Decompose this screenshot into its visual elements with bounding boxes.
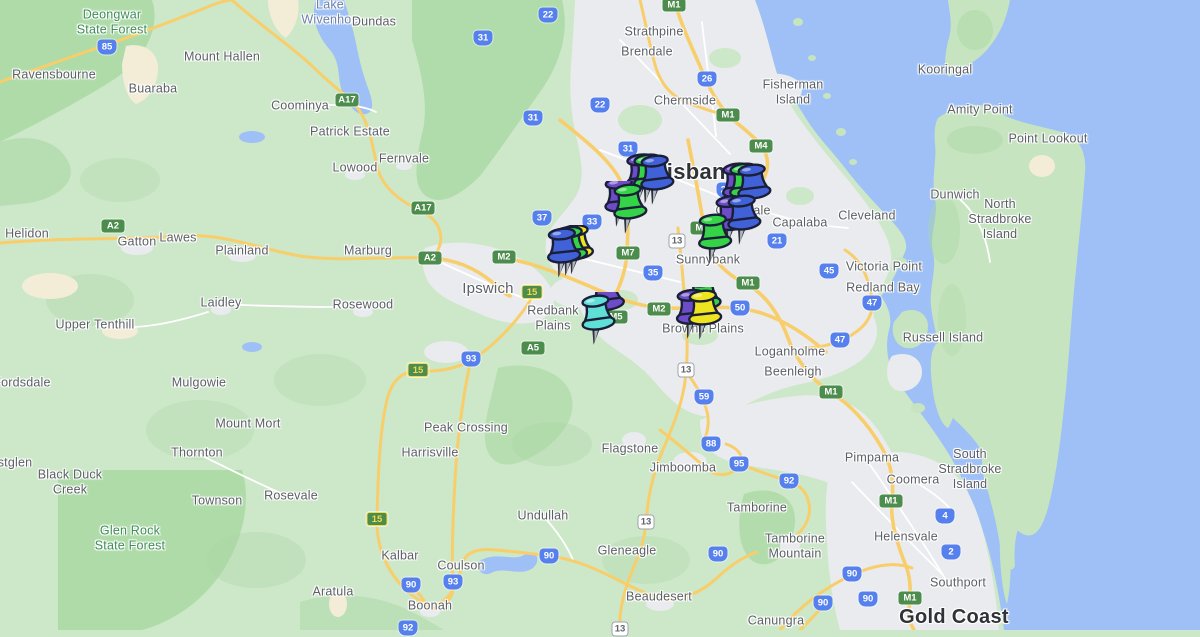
- route-shield-85: 85: [98, 40, 117, 55]
- route-shield-88: 88: [702, 437, 721, 452]
- route-shield-31: 31: [524, 111, 543, 126]
- route-shield-47: 47: [863, 296, 882, 311]
- route-shield-m2: M2: [648, 303, 671, 316]
- route-shield-35: 35: [644, 266, 663, 281]
- route-shield-90: 90: [540, 549, 559, 564]
- route-shield-15: 15: [367, 512, 388, 526]
- route-shield-4: 4: [936, 509, 955, 524]
- route-shield-m7: M7: [617, 247, 640, 260]
- route-shield-m1: M1: [717, 109, 740, 122]
- route-shield-45: 45: [820, 264, 839, 279]
- route-shield-93: 93: [444, 575, 463, 590]
- route-shield-m1: M1: [663, 0, 686, 12]
- route-shield-22: 22: [539, 8, 558, 23]
- route-shield-26: 26: [698, 72, 717, 87]
- route-shield-m2: M2: [493, 251, 516, 264]
- pin-sunnybank[interactable]: [682, 211, 746, 277]
- route-shield-m4: M4: [750, 140, 773, 153]
- route-shield-m1: M1: [880, 495, 903, 508]
- route-shield-90: 90: [843, 567, 862, 582]
- route-shield-90: 90: [814, 596, 833, 611]
- route-shield-90: 90: [859, 592, 878, 607]
- pin-browns-plains-pushpin-icon[interactable]: [672, 287, 736, 353]
- route-shield-a5: A5: [522, 342, 545, 355]
- pin-ipswich[interactable]: [531, 225, 595, 291]
- route-shield-31: 31: [474, 31, 493, 46]
- route-shield-a17: A17: [336, 94, 359, 107]
- route-shield-37: 37: [533, 211, 552, 226]
- route-shield-13: 13: [612, 622, 629, 637]
- pin-ipswich-pushpin-icon[interactable]: [531, 225, 595, 291]
- route-shield-93: 93: [462, 352, 481, 367]
- route-shield-a2: A2: [419, 252, 442, 265]
- pin-redbank-plains-pushpin-icon[interactable]: [565, 292, 629, 358]
- route-shield-22: 22: [591, 98, 610, 113]
- route-shield-92: 92: [399, 621, 418, 636]
- pin-brisbane-west[interactable]: [597, 181, 661, 247]
- pin-sunnybank-pushpin-icon[interactable]: [682, 211, 746, 277]
- route-shield-a2: A2: [102, 220, 125, 233]
- route-shield-90: 90: [402, 578, 421, 593]
- route-shield-m1: M1: [737, 277, 760, 290]
- pin-redbank-plains[interactable]: [565, 292, 629, 358]
- route-shield-95: 95: [730, 457, 749, 472]
- route-shield-m1: M1: [899, 592, 922, 605]
- route-shield-47: 47: [831, 333, 850, 348]
- route-shield-m1: M1: [820, 386, 843, 399]
- route-shield-15: 15: [408, 363, 429, 377]
- pin-brisbane-west-pushpin-icon[interactable]: [597, 181, 661, 247]
- route-shield-90: 90: [709, 547, 728, 562]
- route-shield-59: 59: [695, 390, 714, 405]
- route-shield-92: 92: [780, 474, 799, 489]
- route-shield-2: 2: [942, 545, 961, 560]
- map-viewport[interactable]: Deongwar State ForestRavensbourneMount H…: [0, 0, 1200, 630]
- route-shield-a17: A17: [412, 202, 435, 215]
- route-shield-13: 13: [678, 363, 695, 378]
- pin-browns-plains[interactable]: [672, 287, 736, 353]
- route-shield-13: 13: [638, 515, 655, 530]
